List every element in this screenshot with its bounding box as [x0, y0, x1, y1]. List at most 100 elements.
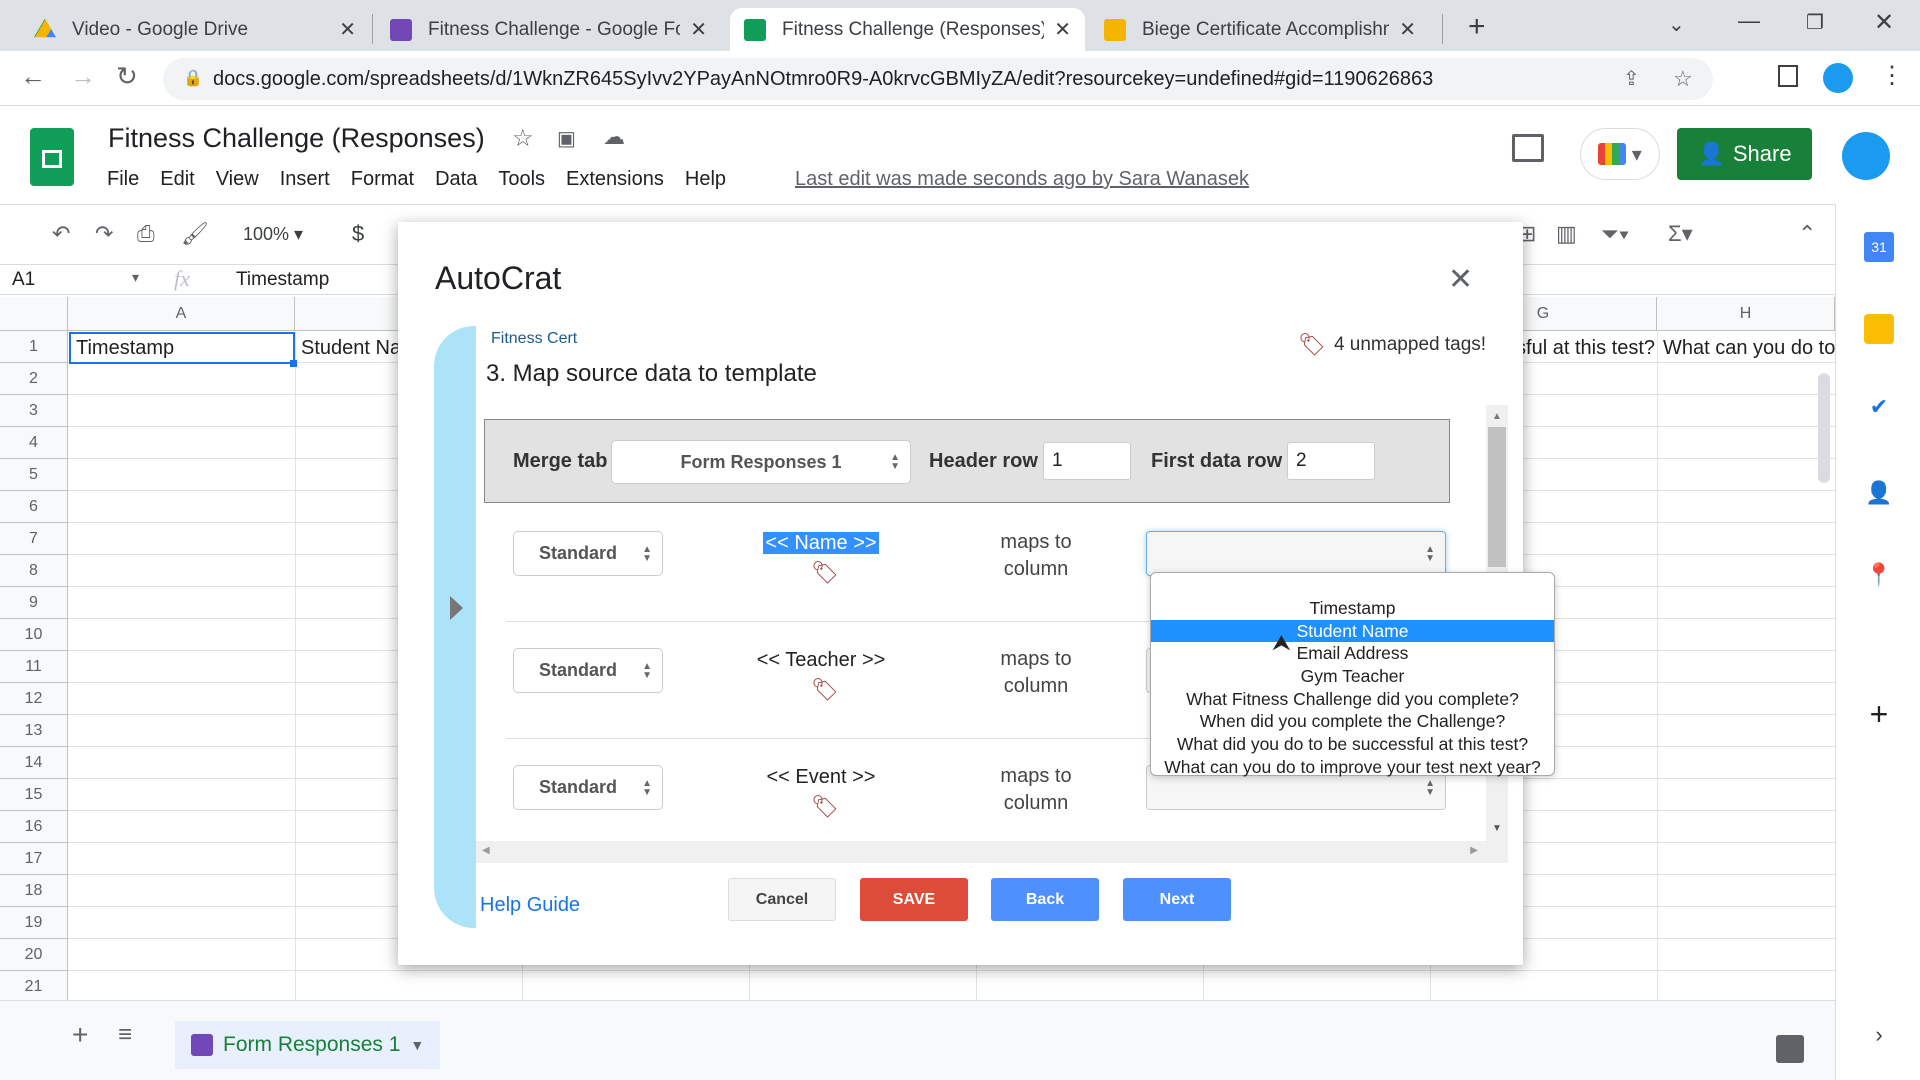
- dropdown-option[interactable]: What Fitness Challenge did you complete?: [1151, 688, 1554, 711]
- tab-search-icon[interactable]: ⌄: [1668, 12, 1685, 37]
- back-button[interactable]: Back: [991, 878, 1099, 921]
- close-tab-icon[interactable]: ✕: [1399, 17, 1416, 42]
- menu-view[interactable]: View: [216, 168, 259, 191]
- last-edit-link[interactable]: Last edit was made seconds ago by Sara W…: [795, 168, 1249, 191]
- first-data-row-input[interactable]: 2: [1287, 442, 1375, 480]
- back-icon[interactable]: ←: [20, 61, 46, 92]
- print-icon[interactable]: ⎙: [137, 221, 155, 247]
- bookmark-star-icon[interactable]: ☆: [1673, 66, 1693, 92]
- menu-tools[interactable]: Tools: [498, 168, 545, 191]
- collapse-toolbar-icon[interactable]: ⌃: [1798, 221, 1816, 247]
- profile-avatar[interactable]: [1823, 63, 1853, 93]
- all-sheets-icon[interactable]: ≡: [118, 1021, 132, 1049]
- sheet-tab-form-responses-1[interactable]: Form Responses 1 ▼: [175, 1021, 441, 1069]
- mapping-horizontal-scrollbar[interactable]: ◀ ▶: [476, 841, 1486, 863]
- menu-format[interactable]: Format: [351, 168, 414, 191]
- forward-icon[interactable]: →: [70, 61, 96, 92]
- reload-icon[interactable]: ↻: [116, 61, 138, 92]
- functions-icon[interactable]: Σ▾: [1668, 221, 1693, 247]
- row-header[interactable]: 9: [0, 587, 68, 619]
- next-button[interactable]: Next: [1123, 878, 1231, 921]
- dropdown-option[interactable]: What did you do to be successful at this…: [1151, 733, 1554, 756]
- row-header[interactable]: 13: [0, 715, 68, 747]
- row-header[interactable]: 1: [0, 331, 68, 363]
- minimize-icon[interactable]: —: [1738, 8, 1760, 34]
- browser-tab-sheets[interactable]: Fitness Challenge (Responses) - Google S…: [730, 8, 1085, 51]
- menu-edit[interactable]: Edit: [160, 168, 194, 191]
- undo-icon[interactable]: ↶: [52, 221, 70, 247]
- sheets-logo-icon[interactable]: [30, 128, 74, 186]
- mapping-type-select[interactable]: Standard ▲ ▼: [513, 531, 663, 576]
- meet-button[interactable]: ▾: [1580, 128, 1660, 180]
- menu-help[interactable]: Help: [685, 168, 726, 191]
- browser-tab-slides[interactable]: Biege Certificate Accomplishment ✕: [1090, 8, 1430, 51]
- chevron-down-icon[interactable]: ▼: [410, 1037, 424, 1053]
- row-header[interactable]: 12: [0, 683, 68, 715]
- contacts-icon[interactable]: 👤: [1864, 480, 1894, 510]
- tasks-icon[interactable]: ✔: [1864, 394, 1894, 424]
- formula-input[interactable]: Timestamp: [236, 269, 329, 291]
- new-tab-button[interactable]: +: [1468, 10, 1486, 44]
- menu-insert[interactable]: Insert: [280, 168, 330, 191]
- zoom-select[interactable]: 100% ▾: [243, 224, 303, 245]
- select-all-corner[interactable]: [0, 297, 68, 331]
- show-side-panel-icon[interactable]: ›: [1864, 1022, 1894, 1052]
- row-header[interactable]: 15: [0, 779, 68, 811]
- dropdown-option[interactable]: Timestamp: [1151, 597, 1554, 620]
- row-header[interactable]: 7: [0, 523, 68, 555]
- expand-arrow-icon[interactable]: [450, 596, 463, 620]
- row-header[interactable]: 6: [0, 491, 68, 523]
- row-header[interactable]: 10: [0, 619, 68, 651]
- row-header[interactable]: 5: [0, 459, 68, 491]
- move-folder-icon[interactable]: ▣: [557, 126, 576, 151]
- get-addons-icon[interactable]: +: [1864, 696, 1894, 732]
- column-select[interactable]: ▲▼: [1146, 531, 1446, 576]
- row-header[interactable]: 16: [0, 811, 68, 843]
- restore-icon[interactable]: ❐: [1806, 10, 1824, 35]
- column-header[interactable]: H: [1657, 297, 1835, 331]
- vertical-scrollbar[interactable]: [1818, 373, 1830, 483]
- row-header[interactable]: 14: [0, 747, 68, 779]
- mapping-type-select[interactable]: Standard ▲ ▼: [513, 765, 663, 810]
- account-avatar[interactable]: [1842, 132, 1890, 180]
- document-title[interactable]: Fitness Challenge (Responses): [108, 123, 485, 154]
- name-box[interactable]: A1: [12, 269, 35, 291]
- share-button[interactable]: 👤 Share: [1677, 128, 1812, 180]
- mapping-type-select[interactable]: Standard ▲ ▼: [513, 648, 663, 693]
- add-sheet-icon[interactable]: +: [72, 1019, 88, 1051]
- menu-data[interactable]: Data: [435, 168, 477, 191]
- scroll-up-icon[interactable]: ▲: [1492, 411, 1502, 422]
- comments-icon[interactable]: [1512, 134, 1544, 162]
- side-panel-icon[interactable]: [1778, 65, 1798, 87]
- row-header[interactable]: 19: [0, 907, 68, 939]
- url-bar[interactable]: 🔒 docs.google.com/spreadsheets/d/1WknZR6…: [163, 58, 1713, 100]
- row-header[interactable]: 21: [0, 971, 68, 1000]
- dropdown-option[interactable]: Email Address: [1151, 642, 1554, 665]
- row-header[interactable]: 8: [0, 555, 68, 587]
- browser-tab-drive[interactable]: Video - Google Drive ✕: [20, 8, 370, 51]
- dropdown-option[interactable]: When did you complete the Challenge?: [1151, 710, 1554, 733]
- share-page-icon[interactable]: ⇪: [1623, 66, 1640, 91]
- dropdown-option[interactable]: Gym Teacher: [1151, 665, 1554, 688]
- close-tab-icon[interactable]: ✕: [339, 17, 356, 42]
- explore-icon[interactable]: [1776, 1035, 1804, 1063]
- name-box-dropdown-icon[interactable]: ▾: [132, 269, 139, 286]
- column-header[interactable]: A: [68, 297, 295, 331]
- menu-file[interactable]: File: [107, 168, 139, 191]
- cancel-button[interactable]: Cancel: [728, 878, 836, 921]
- menu-extensions[interactable]: Extensions: [566, 168, 664, 191]
- row-header[interactable]: 17: [0, 843, 68, 875]
- help-guide-link[interactable]: Help Guide: [480, 894, 580, 917]
- scroll-thumb[interactable]: [1488, 427, 1506, 567]
- currency-format-button[interactable]: $: [352, 221, 364, 247]
- row-header[interactable]: 11: [0, 651, 68, 683]
- star-icon[interactable]: ☆: [512, 124, 534, 153]
- close-tab-icon[interactable]: ✕: [690, 17, 707, 42]
- cell-a1[interactable]: Timestamp: [69, 332, 295, 364]
- row-header[interactable]: 2: [0, 363, 68, 395]
- row-header[interactable]: 20: [0, 939, 68, 971]
- window-close-icon[interactable]: ✕: [1874, 8, 1894, 37]
- row-header[interactable]: 3: [0, 395, 68, 427]
- browser-tab-forms[interactable]: Fitness Challenge - Google Forms ✕: [376, 8, 721, 51]
- keep-icon[interactable]: [1864, 314, 1894, 344]
